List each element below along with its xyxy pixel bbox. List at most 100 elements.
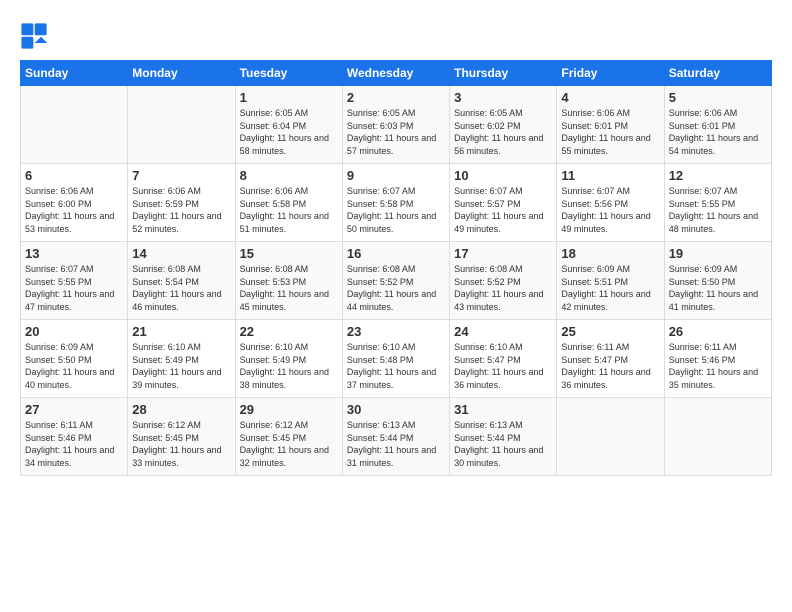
day-cell: 9 Sunrise: 6:07 AMSunset: 5:58 PMDaylight… xyxy=(342,164,449,242)
week-row-4: 20 Sunrise: 6:09 AMSunset: 5:50 PMDayligh… xyxy=(21,320,772,398)
day-info: Sunrise: 6:06 AMSunset: 5:58 PMDaylight:… xyxy=(240,185,338,235)
day-info: Sunrise: 6:05 AMSunset: 6:04 PMDaylight:… xyxy=(240,107,338,157)
day-info: Sunrise: 6:09 AMSunset: 5:50 PMDaylight:… xyxy=(669,263,767,313)
day-cell: 15Sunrise: 6:08 AMSunset: 5:53 PMDayligh… xyxy=(235,242,342,320)
header-day-thursday: Thursday xyxy=(450,61,557,86)
day-cell: 18 Sunrise: 6:09 AMSunset: 5:51 PMDayligh… xyxy=(557,242,664,320)
day-number: 12 xyxy=(669,168,767,183)
day-number: 2 xyxy=(347,90,445,105)
day-info: Sunrise: 6:13 AMSunset: 5:44 PMDaylight:… xyxy=(454,419,552,469)
day-cell: 21 Sunrise: 6:10 AMSunset: 5:49 PMDayligh… xyxy=(128,320,235,398)
day-info: Sunrise: 6:07 AMSunset: 5:57 PMDaylight:… xyxy=(454,185,552,235)
day-info: Sunrise: 6:05 AMSunset: 6:03 PMDaylight:… xyxy=(347,107,445,157)
calendar-header: SundayMondayTuesdayWednesdayThursdayFrid… xyxy=(21,61,772,86)
day-number: 22 xyxy=(240,324,338,339)
header-day-saturday: Saturday xyxy=(664,61,771,86)
day-info: Sunrise: 6:11 AMSunset: 5:46 PMDaylight:… xyxy=(669,341,767,391)
day-cell: 7Sunrise: 6:06 AMSunset: 5:59 PMDaylight… xyxy=(128,164,235,242)
week-row-5: 27Sunrise: 6:11 AMSunset: 5:46 PMDayligh… xyxy=(21,398,772,476)
day-cell xyxy=(21,86,128,164)
day-info: Sunrise: 6:05 AMSunset: 6:02 PMDaylight:… xyxy=(454,107,552,157)
day-number: 25 xyxy=(561,324,659,339)
day-number: 5 xyxy=(669,90,767,105)
day-cell: 31Sunrise: 6:13 AMSunset: 5:44 PMDayligh… xyxy=(450,398,557,476)
day-info: Sunrise: 6:07 AMSunset: 5:55 PMDaylight:… xyxy=(669,185,767,235)
day-number: 17 xyxy=(454,246,552,261)
day-number: 18 xyxy=(561,246,659,261)
day-number: 21 xyxy=(132,324,230,339)
day-info: Sunrise: 6:08 AMSunset: 5:52 PMDaylight:… xyxy=(347,263,445,313)
day-cell: 11Sunrise: 6:07 AMSunset: 5:56 PMDayligh… xyxy=(557,164,664,242)
day-cell: 12 Sunrise: 6:07 AMSunset: 5:55 PMDayligh… xyxy=(664,164,771,242)
day-info: Sunrise: 6:06 AMSunset: 6:01 PMDaylight:… xyxy=(561,107,659,157)
day-number: 13 xyxy=(25,246,123,261)
header xyxy=(20,16,772,50)
day-cell: 5 Sunrise: 6:06 AMSunset: 6:01 PMDaylight… xyxy=(664,86,771,164)
day-info: Sunrise: 6:11 AMSunset: 5:47 PMDaylight:… xyxy=(561,341,659,391)
day-cell: 8 Sunrise: 6:06 AMSunset: 5:58 PMDaylight… xyxy=(235,164,342,242)
day-cell: 14Sunrise: 6:08 AMSunset: 5:54 PMDayligh… xyxy=(128,242,235,320)
day-cell: 23 Sunrise: 6:10 AMSunset: 5:48 PMDayligh… xyxy=(342,320,449,398)
day-info: Sunrise: 6:10 AMSunset: 5:48 PMDaylight:… xyxy=(347,341,445,391)
day-cell: 29Sunrise: 6:12 AMSunset: 5:45 PMDayligh… xyxy=(235,398,342,476)
day-cell: 30Sunrise: 6:13 AMSunset: 5:44 PMDayligh… xyxy=(342,398,449,476)
day-cell: 10 Sunrise: 6:07 AMSunset: 5:57 PMDayligh… xyxy=(450,164,557,242)
page: SundayMondayTuesdayWednesdayThursdayFrid… xyxy=(0,0,792,612)
week-row-2: 6Sunrise: 6:06 AMSunset: 6:00 PMDaylight… xyxy=(21,164,772,242)
day-cell: 17 Sunrise: 6:08 AMSunset: 5:52 PMDayligh… xyxy=(450,242,557,320)
day-number: 29 xyxy=(240,402,338,417)
day-number: 9 xyxy=(347,168,445,183)
day-cell xyxy=(128,86,235,164)
day-number: 20 xyxy=(25,324,123,339)
header-day-friday: Friday xyxy=(557,61,664,86)
day-info: Sunrise: 6:10 AMSunset: 5:49 PMDaylight:… xyxy=(240,341,338,391)
day-number: 23 xyxy=(347,324,445,339)
header-day-sunday: Sunday xyxy=(21,61,128,86)
day-cell xyxy=(557,398,664,476)
day-info: Sunrise: 6:06 AMSunset: 5:59 PMDaylight:… xyxy=(132,185,230,235)
day-number: 10 xyxy=(454,168,552,183)
day-number: 19 xyxy=(669,246,767,261)
day-info: Sunrise: 6:09 AMSunset: 5:50 PMDaylight:… xyxy=(25,341,123,391)
day-cell: 3 Sunrise: 6:05 AMSunset: 6:02 PMDaylight… xyxy=(450,86,557,164)
calendar-table: SundayMondayTuesdayWednesdayThursdayFrid… xyxy=(20,60,772,476)
day-cell: 22 Sunrise: 6:10 AMSunset: 5:49 PMDayligh… xyxy=(235,320,342,398)
day-info: Sunrise: 6:07 AMSunset: 5:58 PMDaylight:… xyxy=(347,185,445,235)
day-cell: 20 Sunrise: 6:09 AMSunset: 5:50 PMDayligh… xyxy=(21,320,128,398)
week-row-1: 1 Sunrise: 6:05 AMSunset: 6:04 PMDaylight… xyxy=(21,86,772,164)
day-cell: 27Sunrise: 6:11 AMSunset: 5:46 PMDayligh… xyxy=(21,398,128,476)
day-cell: 16Sunrise: 6:08 AMSunset: 5:52 PMDayligh… xyxy=(342,242,449,320)
day-info: Sunrise: 6:09 AMSunset: 5:51 PMDaylight:… xyxy=(561,263,659,313)
day-info: Sunrise: 6:06 AMSunset: 6:01 PMDaylight:… xyxy=(669,107,767,157)
header-row: SundayMondayTuesdayWednesdayThursdayFrid… xyxy=(21,61,772,86)
logo xyxy=(20,22,52,50)
day-number: 11 xyxy=(561,168,659,183)
day-info: Sunrise: 6:12 AMSunset: 5:45 PMDaylight:… xyxy=(132,419,230,469)
day-number: 26 xyxy=(669,324,767,339)
header-day-tuesday: Tuesday xyxy=(235,61,342,86)
day-number: 14 xyxy=(132,246,230,261)
day-info: Sunrise: 6:06 AMSunset: 6:00 PMDaylight:… xyxy=(25,185,123,235)
day-cell: 25 Sunrise: 6:11 AMSunset: 5:47 PMDayligh… xyxy=(557,320,664,398)
day-cell: 2 Sunrise: 6:05 AMSunset: 6:03 PMDaylight… xyxy=(342,86,449,164)
day-cell xyxy=(664,398,771,476)
day-cell: 19 Sunrise: 6:09 AMSunset: 5:50 PMDayligh… xyxy=(664,242,771,320)
logo-icon xyxy=(20,22,48,50)
week-row-3: 13 Sunrise: 6:07 AMSunset: 5:55 PMDayligh… xyxy=(21,242,772,320)
day-cell: 26 Sunrise: 6:11 AMSunset: 5:46 PMDayligh… xyxy=(664,320,771,398)
day-cell: 1 Sunrise: 6:05 AMSunset: 6:04 PMDaylight… xyxy=(235,86,342,164)
day-info: Sunrise: 6:07 AMSunset: 5:55 PMDaylight:… xyxy=(25,263,123,313)
day-cell: 24Sunrise: 6:10 AMSunset: 5:47 PMDayligh… xyxy=(450,320,557,398)
day-number: 1 xyxy=(240,90,338,105)
day-info: Sunrise: 6:10 AMSunset: 5:49 PMDaylight:… xyxy=(132,341,230,391)
day-number: 3 xyxy=(454,90,552,105)
day-number: 28 xyxy=(132,402,230,417)
day-cell: 4 Sunrise: 6:06 AMSunset: 6:01 PMDaylight… xyxy=(557,86,664,164)
day-number: 8 xyxy=(240,168,338,183)
day-number: 27 xyxy=(25,402,123,417)
day-cell: 13 Sunrise: 6:07 AMSunset: 5:55 PMDayligh… xyxy=(21,242,128,320)
day-cell: 6Sunrise: 6:06 AMSunset: 6:00 PMDaylight… xyxy=(21,164,128,242)
day-number: 4 xyxy=(561,90,659,105)
header-day-wednesday: Wednesday xyxy=(342,61,449,86)
day-info: Sunrise: 6:08 AMSunset: 5:52 PMDaylight:… xyxy=(454,263,552,313)
